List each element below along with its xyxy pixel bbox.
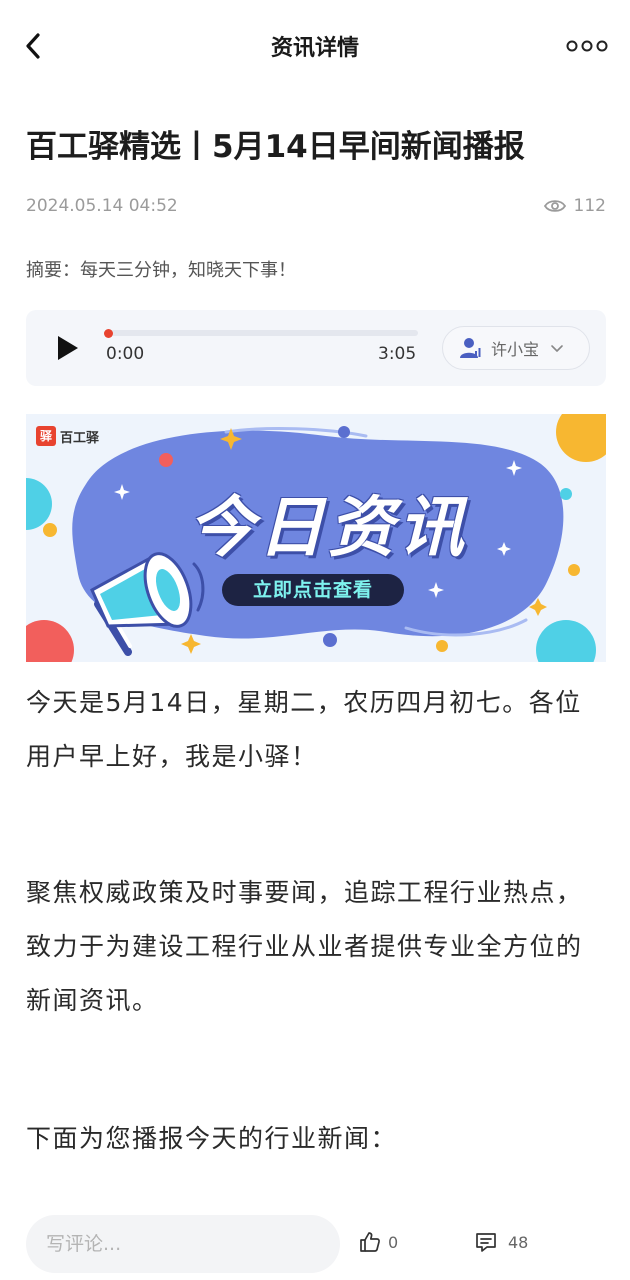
thumbs-up-icon xyxy=(360,1232,380,1252)
total-time: 3:05 xyxy=(378,344,417,364)
bottom-action-bar: 0 48 xyxy=(0,1200,630,1280)
voice-name: 许小宝 xyxy=(491,340,540,359)
brand-name: 百工驿 xyxy=(60,430,100,446)
like-count: 0 xyxy=(388,1232,399,1252)
view-count-value: 112 xyxy=(573,196,606,216)
play-icon[interactable] xyxy=(54,334,80,362)
audio-progress-handle[interactable] xyxy=(104,329,113,338)
person-icon xyxy=(460,338,481,358)
brand-logo-icon: 驿 xyxy=(36,426,56,446)
article-paragraph: 聚焦权威政策及时事要闻，追踪工程行业热点，致力于为建设工程行业从业者提供专业全方… xyxy=(26,878,583,1015)
article-summary: 摘要：每天三分钟，知晓天下事！ xyxy=(26,260,296,281)
banner-cta-button[interactable]: 立即点击查看 xyxy=(222,574,404,606)
article-paragraph: 今天是5月14日，星期二，农历四月初七。各位用户早上好，我是小驿！ xyxy=(26,688,582,771)
more-icon[interactable] xyxy=(566,34,608,58)
article-paragraph: 下面为您播报今天的行业新闻： xyxy=(26,1124,398,1153)
current-time: 0:00 xyxy=(106,344,145,364)
article-meta: 2024.05.14 04:52 112 xyxy=(26,196,606,220)
comment-count: 48 xyxy=(508,1232,529,1252)
audio-player: 0:00 3:05 许小宝 xyxy=(26,310,606,386)
top-nav-bar: 资讯详情 xyxy=(0,0,630,92)
banner-title: 今日资讯 xyxy=(188,489,468,566)
view-count: 112 xyxy=(543,196,606,216)
comments-button[interactable]: 48 xyxy=(474,1230,528,1254)
publish-date: 2024.05.14 04:52 xyxy=(26,196,178,216)
comment-icon xyxy=(476,1233,496,1252)
page-title: 资讯详情 xyxy=(270,36,359,61)
like-button[interactable]: 0 xyxy=(358,1230,398,1254)
chevron-down-icon xyxy=(551,345,563,352)
comment-input[interactable] xyxy=(26,1215,340,1273)
article-title: 百工驿精选丨5月14日早间新闻播报 xyxy=(26,129,525,165)
voice-selector[interactable]: 许小宝 xyxy=(442,326,590,370)
eye-icon xyxy=(543,200,566,212)
news-banner-image[interactable]: 驿 百工驿 今日资讯 立即点击查看 xyxy=(26,414,606,662)
audio-progress-track[interactable] xyxy=(106,330,418,336)
banner-logo: 驿 百工驿 xyxy=(36,426,99,446)
